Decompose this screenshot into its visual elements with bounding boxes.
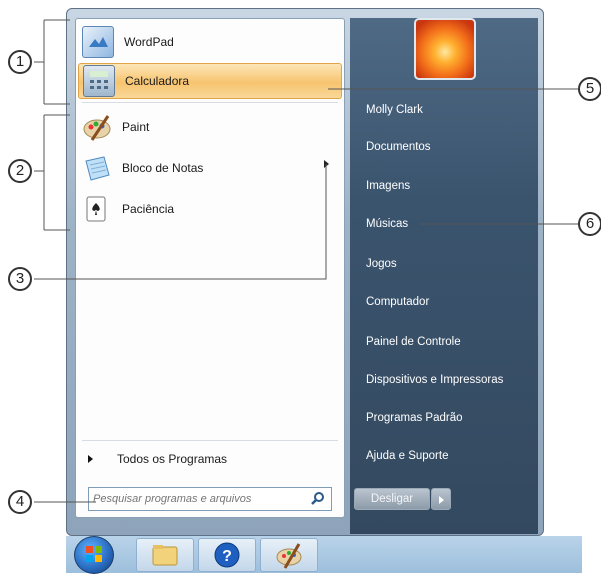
callout-4: 4 [8, 490, 32, 514]
callout-lines [34, 19, 581, 503]
callout-3: 3 [8, 267, 32, 291]
callout-2: 2 [8, 159, 32, 183]
callout-5: 5 [578, 77, 601, 101]
callout-1: 1 [8, 50, 32, 74]
callout-6: 6 [578, 212, 601, 236]
